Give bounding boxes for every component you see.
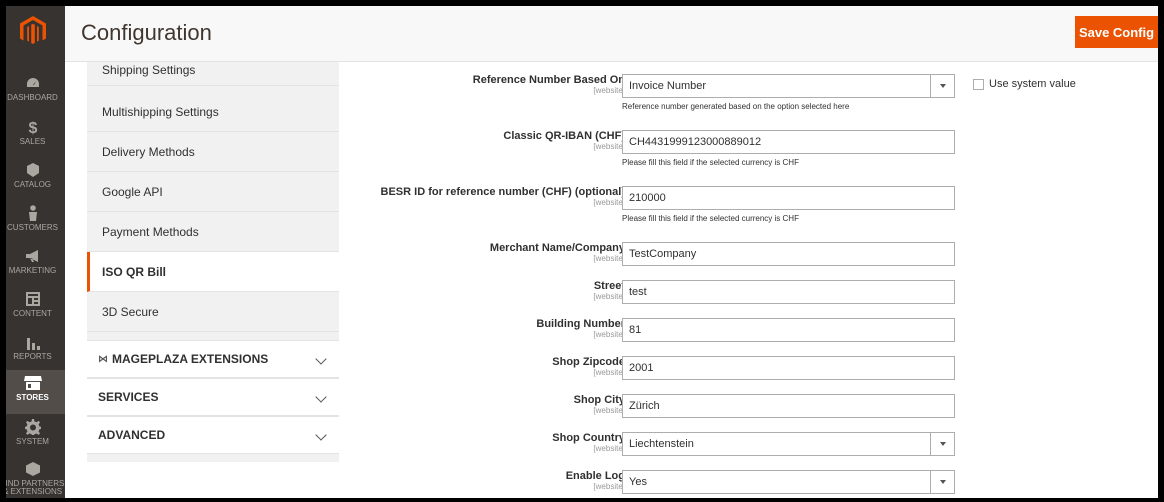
- screenshot-border: [0, 0, 1164, 502]
